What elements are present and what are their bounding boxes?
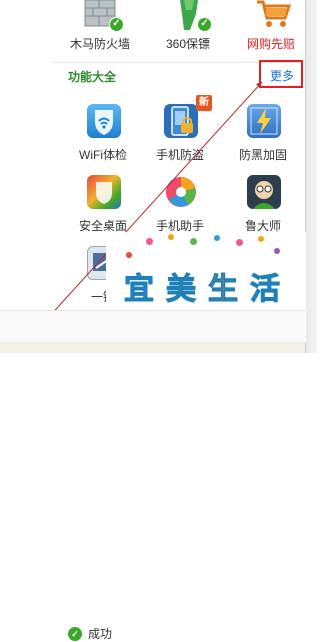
decor-dot	[214, 235, 220, 241]
watermark-char: 活	[250, 273, 281, 307]
decor-dot	[258, 236, 264, 242]
feature-panel: ✓ 木马防火墙 ✓ 360保镖 网购先赔 功能大全 更多 WiFi体检 新 手机…	[0, 0, 317, 641]
success-check-icon: ✓	[68, 627, 82, 641]
watermark-char: 美	[166, 273, 197, 307]
status-text: 成功	[88, 627, 113, 641]
bottom-strip	[0, 342, 305, 353]
decor-dot	[126, 252, 132, 258]
decor-dot	[236, 239, 243, 246]
decor-dot	[168, 234, 174, 240]
decor-dot	[146, 238, 153, 245]
watermark-text: 宜美生活	[124, 264, 294, 308]
decor-dot	[190, 238, 197, 245]
watermark-char: 生	[208, 273, 239, 307]
decor-dot	[274, 248, 280, 254]
watermark-char: 宜	[124, 273, 155, 307]
